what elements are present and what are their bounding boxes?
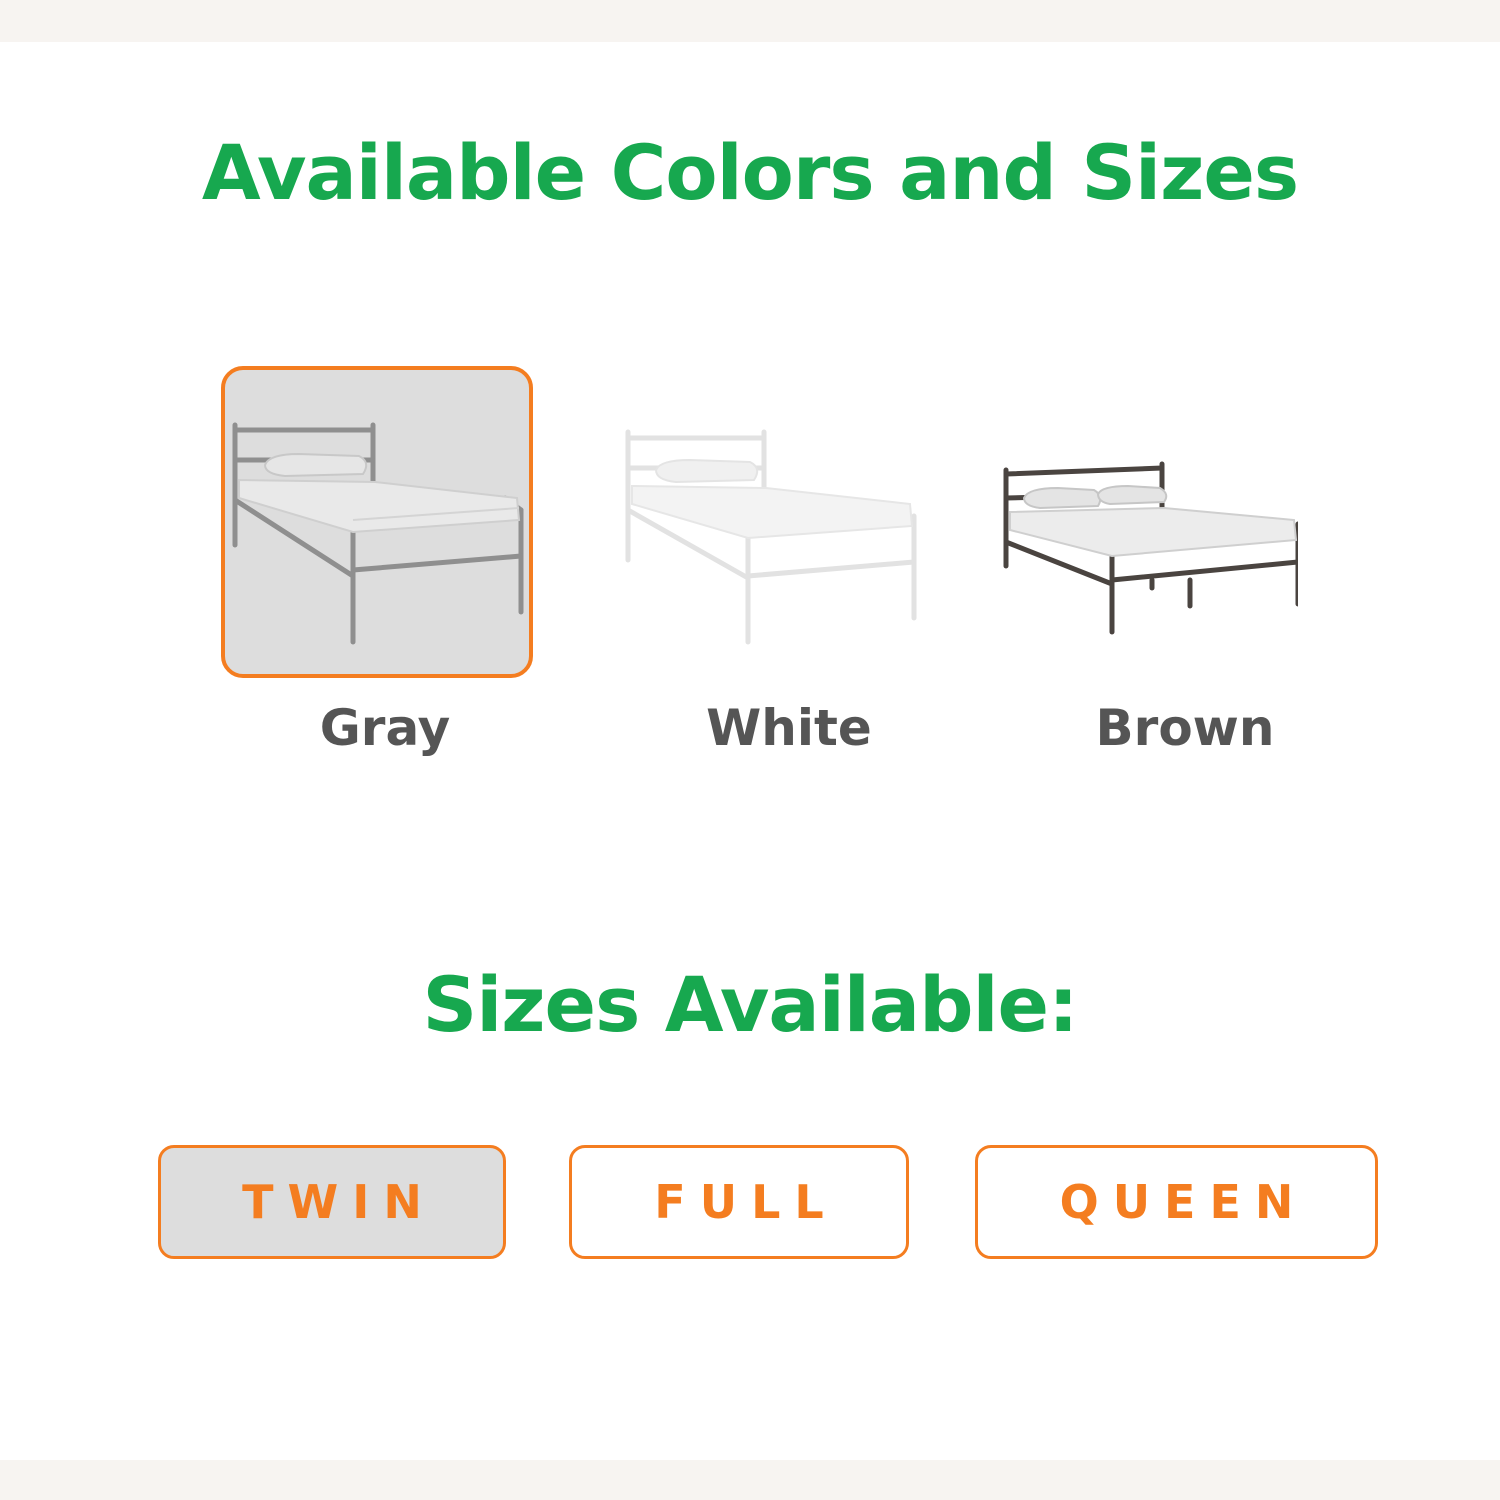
size-button-twin[interactable]: TWIN	[158, 1145, 506, 1259]
bed-frame-gray-image	[232, 422, 524, 645]
color-swatch-gray[interactable]	[221, 366, 533, 678]
product-options-panel: Available Colors and Sizes Gray White Br…	[0, 42, 1500, 1460]
color-label-gray: Gray	[319, 699, 451, 757]
color-label-white: White	[706, 699, 872, 757]
color-label-brown: Brown	[1095, 699, 1275, 757]
bed-frame-white-image	[625, 429, 917, 645]
bed-frame-brown-image	[1003, 461, 1298, 635]
size-button-queen[interactable]: QUEEN	[975, 1145, 1378, 1259]
color-swatch-white[interactable]	[612, 366, 924, 678]
color-swatch-brown[interactable]	[990, 366, 1302, 678]
sizes-section-title: Sizes Available:	[422, 960, 1079, 1049]
size-button-full[interactable]: FULL	[569, 1145, 909, 1259]
colors-section-title: Available Colors and Sizes	[201, 128, 1299, 217]
